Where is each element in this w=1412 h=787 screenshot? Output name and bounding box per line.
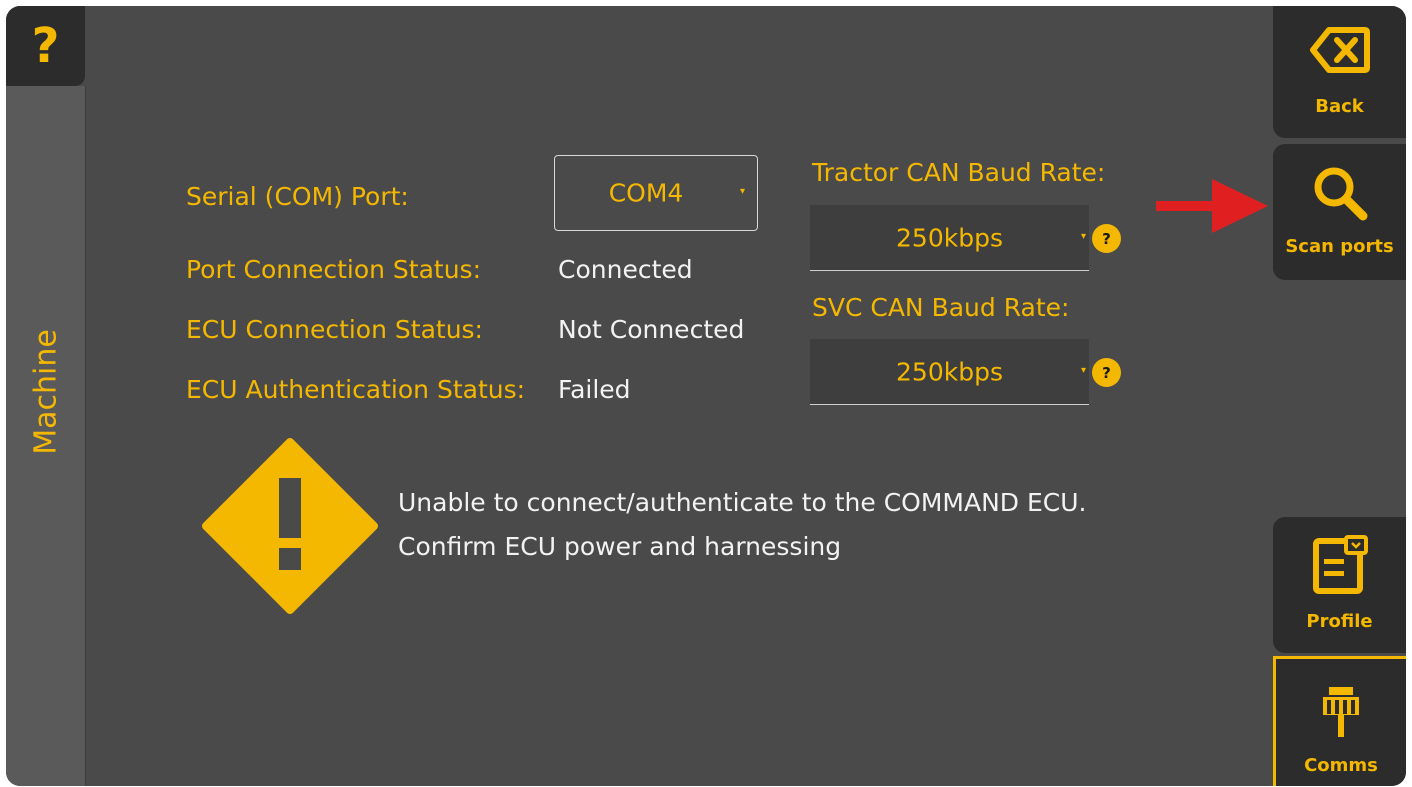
- connector-icon: [1323, 687, 1359, 737]
- back-button[interactable]: Back: [1273, 6, 1406, 138]
- svc-can-label: SVC CAN Baud Rate:: [812, 293, 1070, 322]
- ecu-status-value: Not Connected: [558, 315, 745, 344]
- tractor-can-label: Tractor CAN Baud Rate:: [812, 158, 1106, 187]
- tractor-can-select[interactable]: 250kbps ▾: [810, 205, 1089, 271]
- scan-ports-button[interactable]: Scan ports: [1273, 144, 1406, 280]
- serial-port-select[interactable]: COM4 ▾: [554, 155, 758, 231]
- svc-can-value: 250kbps: [896, 357, 1003, 386]
- serial-port-label: Serial (COM) Port:: [186, 182, 409, 211]
- chevron-down-icon: ▾: [1080, 365, 1086, 376]
- chevron-down-icon: ▾: [1080, 231, 1086, 242]
- svc-can-select[interactable]: 250kbps ▾: [810, 339, 1089, 405]
- comms-label: Comms: [1304, 755, 1378, 776]
- side-tab-label: Machine: [28, 329, 64, 455]
- tractor-can-help-icon[interactable]: ?: [1092, 224, 1121, 253]
- ecu-auth-value: Failed: [558, 375, 631, 404]
- ecu-auth-label: ECU Authentication Status:: [186, 375, 526, 404]
- help-button[interactable]: ?: [6, 6, 85, 86]
- help-icon: ?: [31, 18, 60, 74]
- annotation-arrow-icon: [1156, 179, 1268, 233]
- side-tab-machine[interactable]: Machine: [6, 86, 86, 786]
- search-icon: [1314, 167, 1367, 221]
- profile-icon: [1312, 535, 1368, 594]
- warning-icon: [202, 438, 378, 614]
- chevron-down-icon: ▾: [739, 186, 745, 197]
- comms-button[interactable]: Comms: [1273, 656, 1406, 786]
- svc-can-help-icon[interactable]: ?: [1092, 358, 1121, 387]
- serial-port-value: COM4: [608, 178, 684, 208]
- ecu-status-label: ECU Connection Status:: [186, 315, 483, 344]
- app-window: ? Machine Serial (COM) Port: COM4 ▾ Port…: [6, 6, 1406, 786]
- warning-message-line1: Unable to connect/authenticate to the CO…: [398, 488, 1087, 517]
- port-status-value: Connected: [558, 255, 693, 284]
- port-status-label: Port Connection Status:: [186, 255, 481, 284]
- profile-label: Profile: [1306, 611, 1373, 632]
- tractor-can-value: 250kbps: [896, 223, 1003, 252]
- backspace-icon: [1309, 27, 1370, 73]
- scan-ports-label: Scan ports: [1285, 236, 1394, 257]
- back-label: Back: [1315, 96, 1364, 117]
- profile-button[interactable]: Profile: [1273, 517, 1406, 653]
- warning-message-line2: Confirm ECU power and harnessing: [398, 532, 842, 561]
